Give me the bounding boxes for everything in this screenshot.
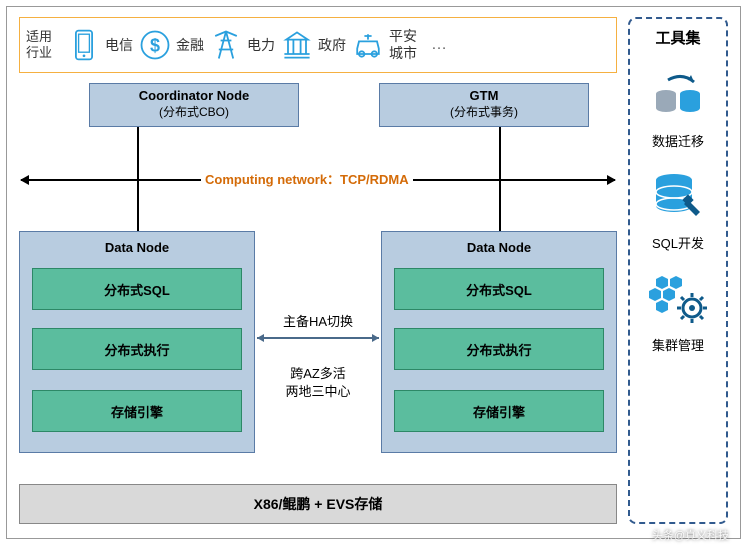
layer-sql: 分布式SQL (394, 268, 604, 310)
data-node-right: Data Node 分布式SQL 分布式执行 存储引擎 (381, 231, 617, 453)
industry-finance: $ 金融 (137, 27, 204, 63)
architecture-area: Coordinator Node (分布式CBO) GTM (分布式事务) Co… (19, 83, 617, 463)
layer-storage: 存储引擎 (32, 390, 242, 432)
industries-row: 适用行业 电信 $ 金融 电力 政府 平安城市 … (19, 17, 617, 73)
layer-storage: 存储引擎 (394, 390, 604, 432)
tool-migrate: 数据迁移 (634, 66, 722, 150)
infra-bar: X86/鲲鹏 + EVS存储 (19, 484, 617, 524)
gtm-box: GTM (分布式事务) (379, 83, 589, 127)
sqldev-icon (648, 168, 708, 224)
industry-power: 电力 (208, 27, 275, 63)
watermark: 头条@真义科技 (652, 527, 729, 543)
svg-text:$: $ (150, 35, 160, 55)
layer-exec: 分布式执行 (394, 328, 604, 370)
cluster-icon (648, 270, 708, 326)
tool-sqldev: SQL开发 (634, 168, 722, 252)
tool-cluster: 集群管理 (634, 270, 722, 354)
industries-label: 适用行业 (26, 29, 62, 60)
phone-icon (66, 27, 102, 63)
ha-label: 主备HA切换 (258, 311, 378, 330)
industry-safecity: 平安城市 (350, 27, 417, 63)
az-label-1: 跨AZ多活 (258, 363, 378, 382)
diagram-frame: 适用行业 电信 $ 金融 电力 政府 平安城市 … Coordinator No… (6, 6, 741, 539)
az-label-2: 两地三中心 (258, 381, 378, 400)
tower-icon (208, 27, 244, 63)
toolset-sidebar: 工具集 数据迁移 SQL开发 集群管理 (628, 17, 728, 524)
govt-icon (279, 27, 315, 63)
data-node-left: Data Node 分布式SQL 分布式执行 存储引擎 (19, 231, 255, 453)
industry-govt: 政府 (279, 27, 346, 63)
migrate-icon (648, 66, 708, 122)
network-label: Computing network：TCP/RDMA (201, 169, 413, 188)
industry-telecom: 电信 (66, 27, 133, 63)
dollar-icon: $ (137, 27, 173, 63)
coordinator-node-box: Coordinator Node (分布式CBO) (89, 83, 299, 127)
ha-arrow (257, 337, 379, 339)
layer-exec: 分布式执行 (32, 328, 242, 370)
toolset-title: 工具集 (634, 27, 722, 48)
industries-more: … (431, 36, 447, 54)
car-icon (350, 27, 386, 63)
layer-sql: 分布式SQL (32, 268, 242, 310)
